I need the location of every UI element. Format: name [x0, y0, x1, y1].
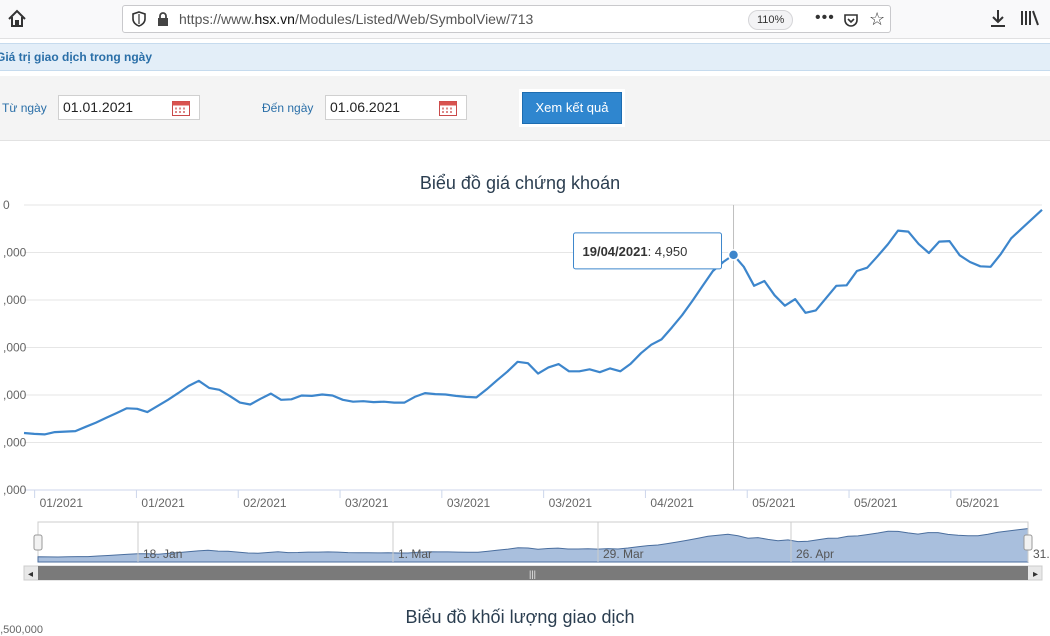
section-title: Giá trị giao dịch trong ngày [0, 50, 153, 64]
to-date-value: 01.06.2021 [330, 99, 401, 115]
address-bar[interactable]: https://www.hsx.vn/Modules/Listed/Web/Sy… [122, 5, 891, 33]
shield-icon[interactable] [131, 11, 147, 27]
to-date-label: Đến ngày [262, 101, 314, 115]
from-date-label: Từ ngày [2, 101, 47, 115]
tooltip-text: 19/04/2021: 4,950 [583, 244, 688, 259]
bookmark-star-icon[interactable]: ☆ [869, 9, 885, 30]
from-date-field[interactable]: 01.01.2021 [58, 95, 200, 120]
x-tick-label: 01/2021 [40, 496, 84, 510]
x-tick-label: 05/2021 [752, 496, 796, 510]
volume-axis-label: 2,500,000 [0, 624, 43, 636]
calendar-icon[interactable] [439, 99, 457, 116]
price-line[interactable] [23, 208, 1043, 436]
to-date-field[interactable]: 01.06.2021 [325, 95, 467, 120]
more-actions-icon[interactable]: ••• [815, 9, 835, 27]
y-tick-label: ,000 [3, 436, 27, 450]
navigator-label: 18. Jan [143, 547, 182, 561]
navigator-label: 26. Apr [796, 547, 834, 561]
x-tick-label: 05/2021 [956, 496, 1000, 510]
navigator-handle[interactable] [1023, 534, 1033, 551]
navigator-label: 1. Mar [398, 547, 432, 561]
url-text[interactable]: https://www.hsx.vn/Modules/Listed/Web/Sy… [179, 11, 533, 27]
pocket-icon[interactable] [843, 12, 859, 28]
date-filter: Từ ngày 01.01.2021 Đến ngày 01.06.2021 X… [0, 76, 1050, 141]
x-tick-label: 03/2021 [549, 496, 593, 510]
scroll-left-icon[interactable]: ◂ [28, 569, 33, 580]
from-date-value: 01.01.2021 [63, 99, 134, 115]
browser-toolbar: https://www.hsx.vn/Modules/Listed/Web/Sy… [0, 0, 1050, 39]
volume-chart-title: Biểu đồ khối lượng giao dịch [405, 607, 635, 627]
section-header: Giá trị giao dịch trong ngày [0, 43, 1050, 71]
navigator-label: 29. Mar [603, 547, 644, 561]
price-chart: ,000 ,000 ,000 ,000 ,000 ,000 0 01/2021 01/2021… [3, 198, 1050, 581]
download-icon[interactable] [988, 8, 1008, 28]
scroll-right-icon[interactable]: ▸ [1033, 569, 1038, 580]
library-icon[interactable] [1020, 9, 1040, 27]
x-tick-label: 02/2021 [243, 496, 287, 510]
y-tick-label: ,000 [3, 483, 27, 497]
view-results-button[interactable]: Xem kết quả [522, 92, 622, 124]
y-tick-label: ,000 [3, 388, 27, 402]
home-icon[interactable] [6, 8, 28, 30]
lock-icon[interactable] [155, 11, 171, 27]
hover-point[interactable] [727, 249, 740, 261]
x-tick-label: 01/2021 [141, 496, 185, 510]
zoom-indicator[interactable]: 110% [748, 10, 794, 30]
x-tick-label: 03/2021 [447, 496, 491, 510]
calendar-icon[interactable] [172, 99, 190, 116]
y-tick-label: ,000 [3, 246, 27, 260]
scroll-grip-icon: ||| [529, 569, 536, 579]
x-tick-label: 04/2021 [650, 496, 694, 510]
x-tick-label: 05/2021 [854, 496, 898, 510]
x-tick-label: 03/2021 [345, 496, 389, 510]
y-tick-label: ,000 [3, 293, 27, 307]
y-tick-label: ,000 [3, 341, 27, 355]
navigator-label: 31. [1033, 547, 1050, 561]
y-tick-label: 0 [3, 198, 10, 212]
navigator-handle[interactable] [33, 534, 43, 551]
